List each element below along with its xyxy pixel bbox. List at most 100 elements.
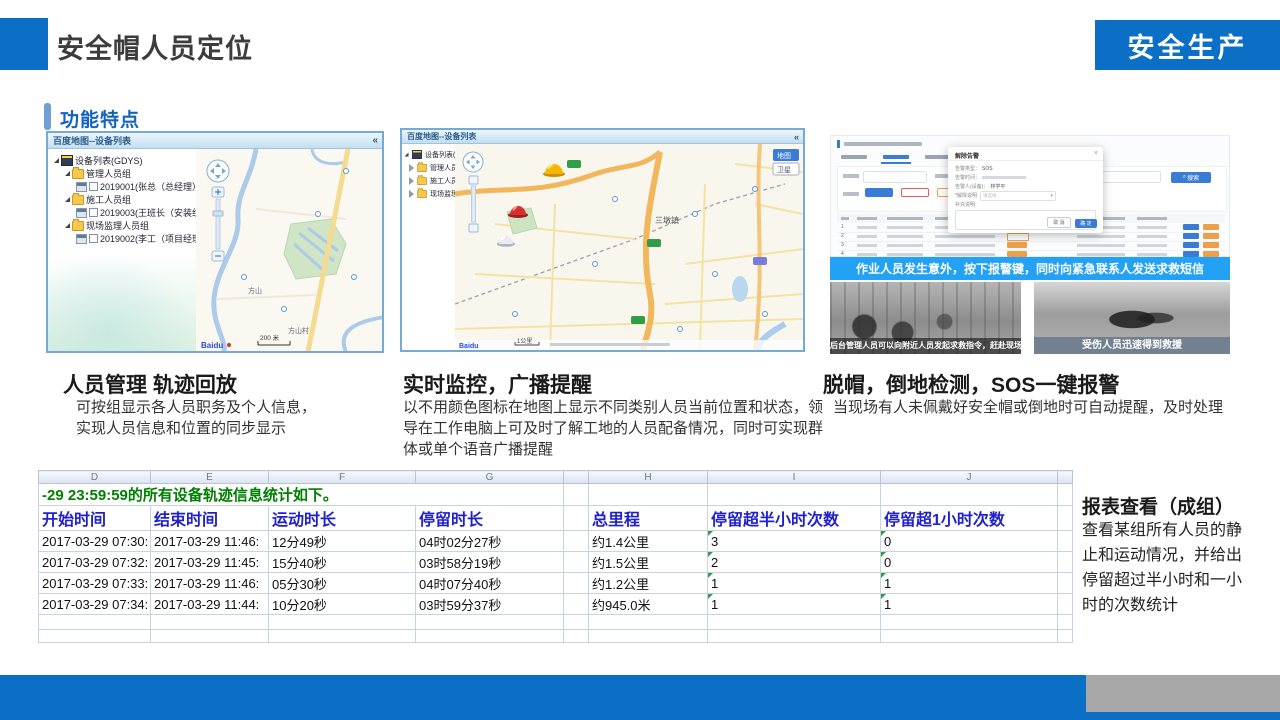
- mini-action-button[interactable]: [1183, 233, 1199, 239]
- sheet-cell[interactable]: [589, 615, 708, 630]
- table-cell[interactable]: 2017-03-29 07:30:: [39, 531, 151, 552]
- column-letter[interactable]: [1058, 471, 1073, 484]
- sheet-cell[interactable]: [1058, 573, 1073, 594]
- tree-collapsed-arrow-icon[interactable]: [409, 164, 414, 172]
- table-cell[interactable]: 1: [881, 594, 1058, 615]
- mini-action-button[interactable]: [1203, 224, 1219, 230]
- table-cell[interactable]: 03时58分19秒: [416, 552, 564, 573]
- column-header[interactable]: 总里程: [589, 506, 708, 531]
- mini-action-button[interactable]: [1183, 242, 1199, 248]
- tree-expand-icon[interactable]: [54, 158, 59, 163]
- tree-item[interactable]: 设备列表(GDYS): [402, 148, 455, 161]
- sheet-cell[interactable]: [564, 573, 589, 594]
- tree-expand-icon[interactable]: [405, 153, 409, 157]
- tree-item[interactable]: 2019001(张总（总经理）): [48, 180, 196, 193]
- sheet-cell[interactable]: [564, 484, 589, 506]
- modal-cancel-button[interactable]: 取 消: [1047, 217, 1071, 228]
- column-letter[interactable]: H: [589, 471, 708, 484]
- sheet-cell[interactable]: [564, 615, 589, 630]
- tree-checkbox[interactable]: [89, 182, 98, 191]
- sheet-note[interactable]: -29 23:59:59的所有设备轨迹信息统计如下。: [39, 484, 564, 506]
- column-letter[interactable]: E: [151, 471, 269, 484]
- sheet-cell[interactable]: [269, 615, 416, 630]
- table-cell[interactable]: 2017-03-29 11:46:: [151, 573, 269, 594]
- table-cell[interactable]: 2: [708, 552, 881, 573]
- sheet-cell[interactable]: [269, 630, 416, 643]
- sheet-cell[interactable]: [39, 630, 151, 643]
- dashboard-tab[interactable]: [883, 155, 909, 159]
- dismiss-reason-select[interactable]: 请选择▾: [980, 191, 1056, 201]
- table-cell[interactable]: 约945.0米: [589, 594, 708, 615]
- sheet-cell[interactable]: [1058, 484, 1073, 506]
- table-cell[interactable]: 15分40秒: [269, 552, 416, 573]
- tree-item[interactable]: 管理人员组: [48, 167, 196, 180]
- sheet-cell[interactable]: [1058, 630, 1073, 643]
- tree-item[interactable]: 现场监理人员组: [402, 187, 455, 200]
- table-cell[interactable]: 约1.4公里: [589, 531, 708, 552]
- sheet-cell[interactable]: [564, 531, 589, 552]
- tree-checkbox[interactable]: [89, 208, 98, 217]
- table-cell[interactable]: 2017-03-29 11:44:: [151, 594, 269, 615]
- column-letter[interactable]: G: [416, 471, 564, 484]
- sheet-cell[interactable]: [1058, 594, 1073, 615]
- tree-item[interactable]: 施工人员组: [402, 174, 455, 187]
- tree-item[interactable]: 施工人员组: [48, 193, 196, 206]
- table-cell[interactable]: 2017-03-29 07:32:: [39, 552, 151, 573]
- column-header[interactable]: 停留超1小时次数: [881, 506, 1058, 531]
- sheet-cell[interactable]: [1058, 531, 1073, 552]
- column-header[interactable]: 运动时长: [269, 506, 416, 531]
- tree-expand-icon[interactable]: [65, 197, 70, 202]
- column-letter[interactable]: I: [708, 471, 881, 484]
- table-cell[interactable]: 10分20秒: [269, 594, 416, 615]
- sheet-cell[interactable]: [881, 615, 1058, 630]
- sheet-cell[interactable]: [708, 630, 881, 643]
- tree-collapsed-arrow-icon[interactable]: [409, 190, 414, 198]
- sheet-cell[interactable]: [151, 615, 269, 630]
- sheet-cell[interactable]: [564, 594, 589, 615]
- column-letter[interactable]: J: [881, 471, 1058, 484]
- table-cell[interactable]: 04时07分40秒: [416, 573, 564, 594]
- sheet-cell[interactable]: [708, 615, 881, 630]
- mini-action-button[interactable]: [1203, 233, 1219, 239]
- column-header[interactable]: 开始时间: [39, 506, 151, 531]
- sheet-cell[interactable]: [39, 615, 151, 630]
- modal-ok-button[interactable]: 确 定: [1075, 219, 1097, 228]
- column-letter[interactable]: [564, 471, 589, 484]
- sheet-cell[interactable]: [1058, 552, 1073, 573]
- sheet-cell[interactable]: [589, 630, 708, 643]
- column-header[interactable]: 结束时间: [151, 506, 269, 531]
- sheet-cell[interactable]: [881, 630, 1058, 643]
- table-cell[interactable]: 12分49秒: [269, 531, 416, 552]
- column-header[interactable]: 停留超半小时次数: [708, 506, 881, 531]
- sheet-cell[interactable]: [1058, 506, 1073, 531]
- tree-item[interactable]: 管理人员组: [402, 161, 455, 174]
- map-canvas-1[interactable]: 方山 方山村 200 米 Baidu: [196, 149, 384, 352]
- table-cell[interactable]: 1: [881, 573, 1058, 594]
- table-cell[interactable]: 04时02分27秒: [416, 531, 564, 552]
- table-cell[interactable]: 3: [708, 531, 881, 552]
- sheet-cell[interactable]: [564, 506, 589, 531]
- tree-item[interactable]: 设备列表(GDYS): [48, 154, 196, 167]
- sheet-cell[interactable]: [708, 484, 881, 506]
- tree-item[interactable]: 现场监理人员组: [48, 219, 196, 232]
- tree-item[interactable]: 2019003(王班长（安装组组长）): [48, 206, 196, 219]
- sheet-cell[interactable]: [151, 630, 269, 643]
- tree-checkbox[interactable]: [89, 234, 98, 243]
- sheet-cell[interactable]: [881, 484, 1058, 506]
- map-canvas-2[interactable]: 三墩镇: [455, 144, 803, 350]
- table-cell[interactable]: 03时59分37秒: [416, 594, 564, 615]
- mini-action-button[interactable]: [1183, 224, 1199, 230]
- column-letter[interactable]: D: [39, 471, 151, 484]
- collapse-panel-icon-2[interactable]: «: [794, 130, 799, 144]
- table-cell[interactable]: 1: [708, 594, 881, 615]
- table-cell[interactable]: 0: [881, 531, 1058, 552]
- table-cell[interactable]: 约1.2公里: [589, 573, 708, 594]
- tree-expand-icon[interactable]: [65, 223, 70, 228]
- search-button[interactable]: ⌕ 搜索: [1171, 172, 1211, 183]
- collapse-panel-icon[interactable]: «: [372, 133, 378, 149]
- sheet-cell[interactable]: [564, 630, 589, 643]
- sheet-cell[interactable]: [416, 615, 564, 630]
- alarm-type-chip[interactable]: [901, 188, 929, 197]
- sheet-cell[interactable]: [564, 552, 589, 573]
- column-letter[interactable]: F: [269, 471, 416, 484]
